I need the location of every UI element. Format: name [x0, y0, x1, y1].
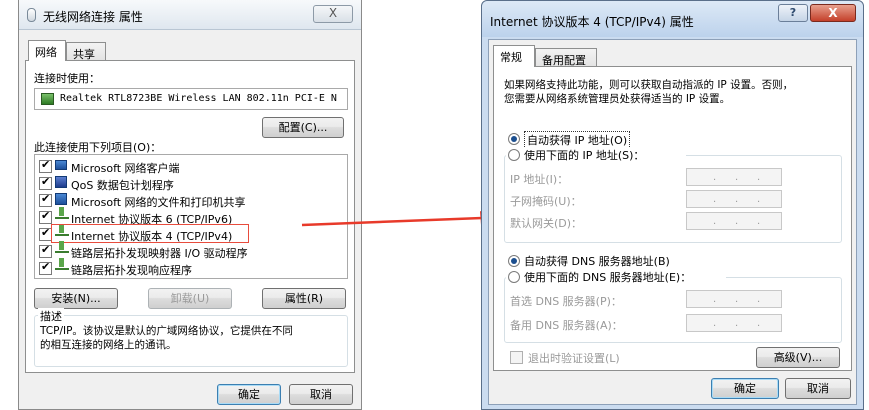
- tab-alternate-config[interactable]: 备用配置: [535, 48, 597, 67]
- protocol-icon: [55, 258, 69, 270]
- protocol-icon: [55, 207, 69, 219]
- validate-label: 退出时验证设置(L): [528, 352, 620, 365]
- ip-address-label: IP 地址(I)：: [510, 173, 569, 186]
- adapter-icon: [41, 93, 54, 105]
- tab-general[interactable]: 常规: [493, 45, 535, 67]
- manual-ip-radio[interactable]: [508, 149, 520, 161]
- titlebar[interactable]: 无线网络连接 属性 X: [19, 0, 361, 30]
- component-checkbox[interactable]: [39, 260, 52, 275]
- component-label: 链路层拓扑发现映射器 I/O 驱动程序: [71, 247, 248, 260]
- ipv4-properties-dialog: Internet 协议版本 4 (TCP/IPv4) 属性 ? X 常规 备用配…: [481, 0, 864, 410]
- component-checkbox[interactable]: [39, 158, 52, 173]
- network-client-icon: [55, 160, 67, 170]
- component-label: QoS 数据包计划程序: [71, 179, 174, 192]
- dialog-client-area: 常规 备用配置 如果网络支持此功能，则可以获取自动指派的 IP 设置。否则， 您…: [488, 39, 857, 405]
- tab-sharing[interactable]: 共享: [66, 42, 106, 61]
- description-text-line1: TCP/IP。该协议是默认的广域网络协议，它提供在不同: [40, 325, 293, 337]
- manual-dns-radio[interactable]: [508, 271, 520, 283]
- close-button[interactable]: X: [810, 4, 856, 22]
- list-item[interactable]: Microsoft 网络的文件和打印机共享: [37, 192, 345, 209]
- intro-text-line2: 您需要从网络系统管理员处获得适当的 IP 设置。: [504, 93, 731, 105]
- properties-button[interactable]: 属性(R): [262, 288, 346, 309]
- default-gateway-field[interactable]: ...: [686, 212, 782, 230]
- window-title: 无线网络连接 属性: [43, 10, 143, 24]
- description-title: 描述: [38, 308, 64, 324]
- preferred-dns-field[interactable]: ...: [686, 290, 782, 308]
- highlight-box: [51, 224, 249, 243]
- list-item[interactable]: Microsoft 网络客户端: [37, 158, 345, 175]
- titlebar[interactable]: Internet 协议版本 4 (TCP/IPv4) 属性 ? X: [482, 1, 863, 37]
- adapter-box: Realtek RTL8723BE Wireless LAN 802.11n P…: [34, 88, 348, 110]
- component-checkbox[interactable]: [39, 175, 52, 190]
- list-item[interactable]: QoS 数据包计划程序: [37, 175, 345, 192]
- manual-dns-label[interactable]: 使用下面的 DNS 服务器地址(E)：: [524, 269, 691, 285]
- component-checkbox[interactable]: [39, 209, 52, 224]
- subnet-mask-field[interactable]: ...: [686, 190, 782, 208]
- annotation-arrow: [301, 211, 494, 227]
- list-item-selected[interactable]: Internet 协议版本 4 (TCP/IPv4): [37, 224, 345, 243]
- tab-panel-general: 如果网络支持此功能，则可以获取自动指派的 IP 设置。否则， 您需要从网络系统管…: [493, 66, 852, 371]
- qos-scheduler-icon: [55, 176, 67, 188]
- file-printer-sharing-icon: [55, 193, 67, 205]
- auto-ip-radio[interactable]: [508, 133, 520, 145]
- ip-address-field[interactable]: ...: [686, 168, 782, 186]
- component-label: 链路层拓扑发现响应程序: [71, 264, 192, 277]
- default-gateway-label: 默认网关(D)：: [510, 217, 583, 230]
- window-title: Internet 协议版本 4 (TCP/IPv4) 属性: [490, 15, 694, 29]
- ok-button[interactable]: 确定: [711, 378, 779, 399]
- manual-ip-label[interactable]: 使用下面的 IP 地址(S)：: [524, 147, 644, 163]
- ok-button[interactable]: 确定: [217, 384, 281, 405]
- help-button[interactable]: ?: [778, 4, 808, 22]
- install-button[interactable]: 安装(N)...: [34, 288, 118, 309]
- preferred-dns-label: 首选 DNS 服务器(P)：: [510, 295, 622, 308]
- list-item[interactable]: 链路层拓扑发现映射器 I/O 驱动程序: [37, 241, 345, 260]
- alternate-dns-field[interactable]: ...: [686, 314, 782, 332]
- description-text-line2: 的相互连接的网络上的通讯。: [40, 339, 177, 351]
- component-checkbox[interactable]: [39, 243, 52, 258]
- component-label: Microsoft 网络客户端: [71, 162, 180, 175]
- connect-using-label: 连接时使用：: [34, 72, 100, 85]
- auto-dns-radio[interactable]: [508, 255, 520, 267]
- adapter-name: Realtek RTL8723BE Wireless LAN 802.11n P…: [60, 93, 337, 104]
- validate-checkbox[interactable]: [510, 351, 523, 364]
- intro-text-line1: 如果网络支持此功能，则可以获取自动指派的 IP 设置。否则，: [504, 79, 794, 91]
- component-label: Microsoft 网络的文件和打印机共享: [71, 196, 246, 209]
- cancel-button[interactable]: 取消: [785, 378, 851, 399]
- close-button[interactable]: X: [313, 5, 353, 23]
- protocol-icon: [55, 241, 69, 253]
- uninstall-button[interactable]: 卸载(U): [148, 288, 232, 309]
- component-checkbox[interactable]: [39, 192, 52, 207]
- list-item[interactable]: 链路层拓扑发现响应程序: [37, 258, 345, 277]
- alternate-dns-label: 备用 DNS 服务器(A)：: [510, 319, 623, 332]
- tab-network[interactable]: 网络: [28, 40, 66, 61]
- components-label: 此连接使用下列项目(O)：: [34, 141, 162, 154]
- network-adapter-icon: [27, 8, 36, 22]
- subnet-mask-label: 子网掩码(U)：: [510, 195, 582, 208]
- auto-dns-label[interactable]: 自动获得 DNS 服务器地址(B): [524, 253, 670, 269]
- manual-dns-group: [504, 277, 842, 343]
- cancel-button[interactable]: 取消: [289, 384, 353, 405]
- configure-button[interactable]: 配置(C)...: [262, 117, 344, 138]
- advanced-button[interactable]: 高级(V)...: [756, 347, 840, 368]
